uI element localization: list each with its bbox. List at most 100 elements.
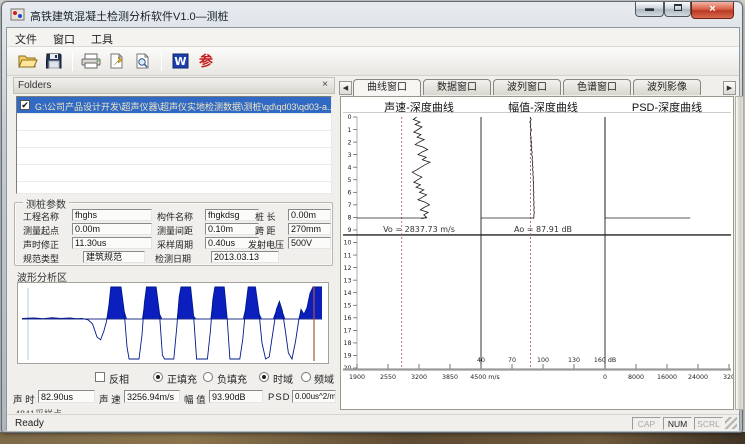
svg-text:2: 2 [347, 139, 351, 146]
folders-close-icon[interactable]: × [319, 80, 331, 92]
folders-list[interactable]: ✔G:\公司产品设计开发\超声仪器\超声仪实地检测数据\测桩\qd\qd03\q… [16, 96, 332, 194]
depth-charts-plot: 0123456789101112131415161718192019002550… [341, 97, 733, 409]
resize-grip[interactable] [725, 417, 737, 429]
empty-list-row [17, 114, 331, 131]
velocity-curve [412, 117, 430, 219]
readouts-row: 声 时 82.90us 声 速 3256.94m/s 幅 值 93.90dB P… [11, 390, 337, 404]
svg-text:12: 12 [343, 265, 351, 272]
folders-list-item[interactable]: ✔G:\公司产品设计开发\超声仪器\超声仪实地检测数据\测桩\qd\qd03\q… [17, 97, 331, 114]
tab-0[interactable]: 曲线窗口 [353, 79, 421, 96]
svg-text:17: 17 [343, 328, 351, 335]
toolbar: W 参 [7, 47, 739, 76]
menu-item-0[interactable]: 文件 [7, 28, 45, 47]
param-label: 工程名称 [23, 210, 59, 223]
param-label: 声时修正 [23, 238, 59, 251]
measure-step-field[interactable]: 0.10m [205, 223, 259, 235]
tab-3[interactable]: 色谱窗口 [563, 79, 631, 95]
svg-text:8000: 8000 [628, 374, 644, 381]
svg-text:3: 3 [347, 152, 351, 159]
svg-text:5: 5 [347, 177, 351, 184]
sound-time-field[interactable]: 82.90us [38, 390, 95, 403]
freq-domain-radio[interactable] [301, 372, 311, 382]
param-label: 测量间距 [157, 224, 193, 237]
app-window: 高铁建筑混凝土检测分析软件V1.0—测桩 ▬ × 文件窗口工具 [1, 1, 743, 433]
print-preview-button[interactable] [130, 49, 156, 73]
tab-scroll-left-icon[interactable]: ◀ [339, 81, 352, 95]
param-label: 跨 距 [255, 224, 276, 237]
chart-area: 声速-深度曲线 幅值-深度曲线 PSD-深度曲线 012345678910111… [340, 96, 734, 410]
positive-fill-radio[interactable] [153, 372, 163, 382]
empty-list-row [17, 148, 331, 165]
menu-item-1[interactable]: 窗口 [45, 28, 83, 47]
test-date-field[interactable]: 2013.03.13 [211, 251, 279, 263]
svg-text:11: 11 [343, 252, 351, 259]
status-text: Ready [15, 418, 44, 429]
empty-list-row [17, 165, 331, 182]
export-button[interactable] [104, 49, 130, 73]
param-label: 发射电压 [248, 238, 284, 251]
psd-label: PSD [268, 392, 291, 403]
folders-panel: Folders × ✔G:\公司产品设计开发\超声仪器\超声仪实地检测数据\测桩… [11, 76, 337, 414]
word-report-button[interactable]: W [167, 49, 193, 73]
folders-panel-header: Folders × [13, 77, 335, 94]
svg-text:15: 15 [343, 302, 351, 309]
chart-title-psd: PSD-深度曲线 [605, 99, 729, 112]
project-name-field[interactable]: fhghs [72, 209, 152, 221]
empty-list-row [17, 131, 331, 148]
time-correction-field[interactable]: 11.30us [72, 237, 152, 249]
clipped-note: 4841采样点 [15, 407, 135, 413]
time-domain-radio[interactable] [259, 372, 269, 382]
param-label: 构件名称 [157, 210, 193, 223]
item-checkbox[interactable]: ✔ [20, 100, 30, 110]
svg-text:4500 m/s: 4500 m/s [470, 374, 500, 381]
pile-length-field[interactable]: 0.00m [288, 209, 331, 221]
sound-time-label: 声 时 [13, 392, 35, 406]
title-bar[interactable]: 高铁建筑混凝土检测分析软件V1.0—测桩 ▬ × [2, 2, 742, 27]
svg-text:40: 40 [477, 357, 485, 364]
tab-1[interactable]: 数据窗口 [423, 79, 491, 95]
svg-text:18: 18 [343, 340, 351, 347]
close-button[interactable]: × [691, 2, 734, 19]
indicator-scrl: SCRL [694, 417, 723, 430]
measure-start-field[interactable]: 0.00m [72, 223, 152, 235]
tab-4[interactable]: 波列影像 [633, 79, 701, 95]
menu-item-2[interactable]: 工具 [83, 28, 121, 47]
print-button[interactable] [78, 49, 104, 73]
param-label: 检测日期 [155, 252, 191, 265]
voltage-field[interactable]: 500V [288, 237, 331, 249]
toolbar-separator [161, 51, 162, 71]
toolbar-separator [72, 51, 73, 71]
parameters-button[interactable]: 参 [193, 49, 219, 73]
invert-checkbox[interactable] [95, 372, 105, 382]
marker-label-0: Vo = 2837.73 m/s [383, 225, 455, 234]
amplitude-field[interactable]: 93.90dB [209, 390, 263, 403]
indicator-cap: CAP [632, 417, 661, 430]
client-area: 文件窗口工具 W 参 [6, 27, 740, 430]
svg-text:3850: 3850 [442, 374, 458, 381]
svg-text:6: 6 [347, 190, 351, 197]
tab-scroll-right-icon[interactable]: ▶ [723, 81, 736, 95]
open-file-button[interactable] [15, 49, 41, 73]
standard-type-field[interactable]: 建筑规范 [83, 251, 145, 263]
svg-text:16: 16 [343, 315, 351, 322]
empty-list-row [17, 182, 331, 194]
svg-text:16000: 16000 [657, 374, 677, 381]
tab-strip: 曲线窗口数据窗口波列窗口色谱窗口波列影像 [353, 79, 703, 96]
negative-fill-radio[interactable] [203, 372, 213, 382]
waveform-plot [18, 283, 328, 363]
curve-window-panel: ◀ 曲线窗口数据窗口波列窗口色谱窗口波列影像 ▶ 声速-深度曲线 幅值-深度曲线… [338, 76, 737, 414]
maximize-button[interactable] [664, 2, 691, 17]
psd-field[interactable]: 0.00us^2/m [292, 390, 336, 403]
chart-title-amplitude: 幅值-深度曲线 [481, 99, 605, 112]
span-field[interactable]: 270mm [288, 223, 331, 235]
tab-2[interactable]: 波列窗口 [493, 79, 561, 95]
waveform-box[interactable] [17, 282, 329, 364]
freq-domain-label: 频域 [314, 371, 334, 386]
vertical-scrollbar[interactable] [735, 96, 744, 410]
save-button[interactable] [41, 49, 67, 73]
amplitude-label: 幅 值 [184, 392, 206, 406]
sound-speed-field[interactable]: 3256.94m/s [124, 390, 180, 403]
minimize-button[interactable]: ▬ [635, 2, 664, 17]
component-name-field[interactable]: fhgkdsg [205, 209, 259, 221]
svg-text:24000: 24000 [688, 374, 708, 381]
